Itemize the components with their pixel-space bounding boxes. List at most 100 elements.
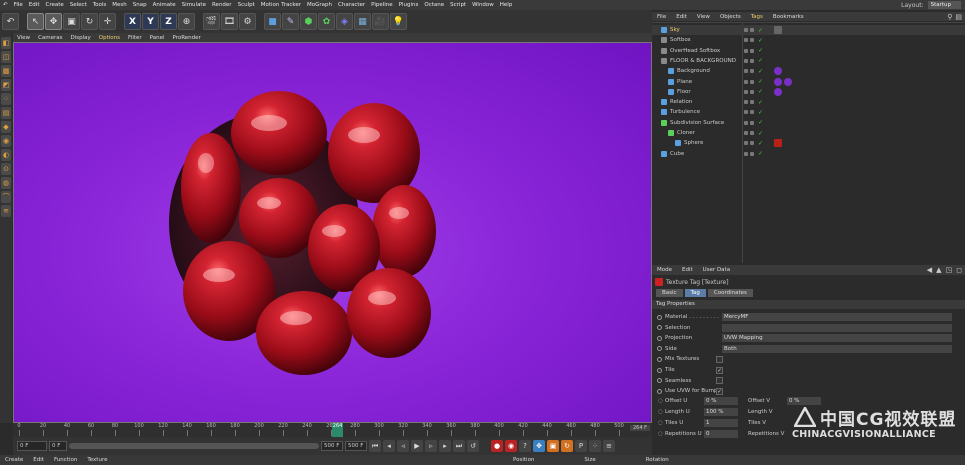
- menu-mograph[interactable]: MoGraph: [304, 2, 335, 8]
- workplane-icon[interactable]: ◩: [1, 79, 11, 91]
- enabled-check-icon[interactable]: ✓: [758, 119, 763, 126]
- menu-window[interactable]: Window: [469, 2, 497, 8]
- lock-icon[interactable]: ◳: [946, 266, 953, 274]
- viewport-menu-display[interactable]: Display: [67, 35, 95, 41]
- edges-mode-icon[interactable]: ▤: [1, 107, 11, 119]
- tiles-u-field[interactable]: 1: [704, 419, 738, 427]
- menu-character[interactable]: Character: [335, 2, 368, 8]
- menu-pipeline[interactable]: Pipeline: [368, 2, 396, 8]
- play-button[interactable]: ▶: [411, 440, 423, 452]
- property-radio[interactable]: [657, 378, 662, 384]
- property-radio[interactable]: [657, 325, 662, 331]
- polygons-mode-icon[interactable]: ◆: [1, 121, 11, 133]
- material-tag-icon[interactable]: [774, 87, 782, 96]
- next-key-button[interactable]: ▸: [439, 440, 451, 452]
- object-row-sphere[interactable]: Sphere ✓: [652, 138, 965, 148]
- playhead[interactable]: 264: [331, 423, 344, 437]
- menu-tools[interactable]: Tools: [90, 2, 110, 8]
- property-checkbox[interactable]: [716, 377, 723, 385]
- menu-render[interactable]: Render: [209, 2, 235, 8]
- enabled-check-icon[interactable]: ✓: [758, 109, 763, 116]
- object-row-background[interactable]: Background ✓: [652, 66, 965, 76]
- record-button[interactable]: ●: [491, 440, 503, 452]
- x-axis-button[interactable]: X: [124, 13, 141, 30]
- visibility-dots[interactable]: [744, 139, 758, 147]
- keyframe-selection-button[interactable]: ?: [519, 440, 531, 452]
- max-frame-field[interactable]: 500 F: [321, 441, 343, 451]
- render-picture-viewer-icon[interactable]: 🎞: [221, 13, 238, 30]
- back-arrow-icon[interactable]: ◀: [927, 266, 932, 274]
- property-radio[interactable]: [657, 367, 662, 373]
- repetitions-u-radio[interactable]: ◌: [658, 430, 663, 438]
- offset-u-radio[interactable]: ◌: [658, 397, 663, 405]
- previous-frame-button[interactable]: ◃: [397, 440, 409, 452]
- menu-motion-tracker[interactable]: Motion Tracker: [258, 2, 304, 8]
- visibility-dots[interactable]: [744, 26, 758, 34]
- coordinate-system-icon[interactable]: ⊕: [178, 13, 195, 30]
- attribute-tab-coordinates[interactable]: Coordinates: [707, 289, 753, 297]
- viewport[interactable]: [13, 42, 652, 423]
- next-frame-button[interactable]: ▹: [425, 440, 437, 452]
- sculpt-icon[interactable]: ⌒: [1, 191, 11, 203]
- viewport-menu-filter[interactable]: Filter: [124, 35, 146, 41]
- material-tag-icon[interactable]: [774, 26, 782, 34]
- enabled-check-icon[interactable]: ✓: [758, 57, 763, 64]
- pen-icon[interactable]: ✎: [282, 13, 299, 30]
- object-row-cloner[interactable]: Cloner ✓: [652, 128, 965, 138]
- property-radio[interactable]: [657, 356, 662, 362]
- preview-range-slider[interactable]: [69, 443, 319, 449]
- object-menu-file[interactable]: File: [652, 14, 671, 20]
- object-row-sky[interactable]: Sky ✓: [652, 25, 965, 35]
- property-radio[interactable]: [657, 388, 662, 394]
- edit-render-settings-icon[interactable]: ⚙: [239, 13, 256, 30]
- property-checkbox[interactable]: ✓: [716, 366, 723, 374]
- z-axis-button[interactable]: Z: [160, 13, 177, 30]
- menu-create[interactable]: Create: [42, 2, 66, 8]
- camera-icon[interactable]: 🎥: [372, 13, 389, 30]
- viewport-menu-panel[interactable]: Panel: [146, 35, 169, 41]
- tag-properties-section[interactable]: Tag Properties: [652, 300, 965, 309]
- undo-icon[interactable]: ↶: [0, 2, 11, 8]
- property-checkbox[interactable]: [716, 355, 723, 363]
- timeline-ruler[interactable]: 0204060801001201401601802002202402602803…: [17, 423, 624, 437]
- material-menu-edit[interactable]: Edit: [28, 457, 49, 463]
- enabled-check-icon[interactable]: ✓: [758, 37, 763, 44]
- property-radio[interactable]: [657, 314, 662, 320]
- search-icon[interactable]: ⚲: [947, 13, 952, 21]
- object-menu-objects[interactable]: Objects: [715, 14, 746, 20]
- up-arrow-icon[interactable]: ▲: [936, 266, 941, 274]
- length-u-field[interactable]: 100 %: [704, 408, 738, 416]
- object-menu-view[interactable]: View: [692, 14, 715, 20]
- enabled-check-icon[interactable]: ✓: [758, 130, 763, 137]
- viewport-menu-prorender[interactable]: ProRender: [169, 35, 205, 41]
- property-radio[interactable]: [657, 335, 662, 341]
- material-tag-icon[interactable]: [774, 77, 782, 86]
- visibility-dots[interactable]: [744, 98, 758, 106]
- property-field[interactable]: MercyMF: [722, 313, 952, 321]
- property-checkbox[interactable]: ✓: [716, 387, 723, 395]
- floor-icon[interactable]: ▦: [354, 13, 371, 30]
- solo-mode-icon[interactable]: ◍: [1, 177, 11, 189]
- menu-simulate[interactable]: Simulate: [179, 2, 209, 8]
- light-icon[interactable]: 💡: [390, 13, 407, 30]
- menu-select[interactable]: Select: [67, 2, 90, 8]
- repetitions-u-field[interactable]: 0: [704, 430, 738, 438]
- visibility-dots[interactable]: [744, 36, 758, 44]
- object-row-turbulence[interactable]: Turbulence ✓: [652, 107, 965, 117]
- menu-sculpt[interactable]: Sculpt: [235, 2, 258, 8]
- layer-icon[interactable]: ▤: [955, 13, 962, 21]
- attribute-tab-tag[interactable]: Tag: [684, 289, 706, 297]
- model-mode-icon[interactable]: ◫: [1, 51, 11, 63]
- visibility-dots[interactable]: [744, 119, 758, 127]
- object-row-relation[interactable]: Relation ✓: [652, 97, 965, 107]
- object-row-softbox[interactable]: Softbox ✓: [652, 35, 965, 45]
- enabled-check-icon[interactable]: ✓: [758, 27, 763, 34]
- visibility-dots[interactable]: [744, 150, 758, 158]
- y-axis-button[interactable]: Y: [142, 13, 159, 30]
- min-frame-field[interactable]: 0 F: [49, 441, 67, 451]
- undo-button[interactable]: ↶: [2, 13, 19, 30]
- object-menu-bookmarks[interactable]: Bookmarks: [768, 14, 809, 20]
- menu-file[interactable]: File: [11, 2, 26, 8]
- menu-mesh[interactable]: Mesh: [109, 2, 129, 8]
- property-field[interactable]: [722, 323, 952, 332]
